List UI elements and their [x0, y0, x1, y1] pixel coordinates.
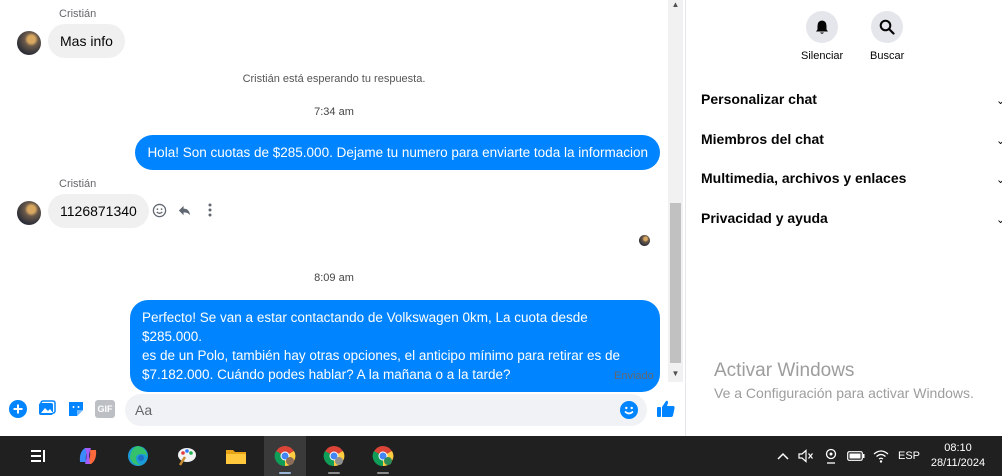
- read-receipt-avatar: [639, 235, 650, 246]
- contact-avatar[interactable]: [17, 201, 41, 225]
- message-input[interactable]: [135, 399, 605, 421]
- clock-time: 08:10: [944, 442, 972, 454]
- section-chat-members[interactable]: Miembros del chat: [701, 131, 824, 147]
- message-input-box[interactable]: [125, 394, 647, 426]
- chevron-down-icon[interactable]: ⌄: [996, 213, 1002, 226]
- message-line: es de un Polo, también hay otras opcione…: [142, 348, 621, 363]
- scrollbar-thumb[interactable]: [670, 203, 681, 363]
- message-timestamp: 7:34 am: [314, 106, 354, 118]
- sender-name: Cristián: [59, 8, 97, 20]
- chrome-profile-icon[interactable]: [313, 436, 355, 476]
- message-timestamp: 8:09 am: [314, 272, 354, 284]
- volume-muted-icon[interactable]: [797, 436, 815, 476]
- scroll-up-arrow[interactable]: ▲: [669, 0, 682, 10]
- chrome-profile-icon[interactable]: [362, 436, 404, 476]
- message-line: $7.182.000. Cuándo podes hablar? A la ma…: [142, 367, 511, 382]
- mute-button[interactable]: Silenciar: [801, 11, 843, 62]
- chevron-down-icon[interactable]: ⌄: [996, 94, 1002, 107]
- wifi-icon[interactable]: [871, 436, 891, 476]
- show-hidden-icons-icon[interactable]: [774, 436, 792, 476]
- outgoing-message[interactable]: Hola! Son cuotas de $285.000. Dejame tu …: [135, 135, 660, 170]
- file-explorer-icon[interactable]: [215, 436, 257, 476]
- scroll-down-arrow[interactable]: ▼: [669, 369, 682, 379]
- contact-avatar[interactable]: [17, 31, 41, 55]
- like-icon[interactable]: [656, 399, 676, 419]
- waiting-reply-note: Cristián está esperando tu respuesta.: [242, 73, 426, 85]
- section-customize-chat[interactable]: Personalizar chat: [701, 91, 817, 107]
- add-icon[interactable]: [9, 400, 27, 418]
- activate-windows-subtitle: Ve a Configuración para activar Windows.: [714, 385, 974, 401]
- sent-status: Enviado: [614, 370, 654, 382]
- sender-name: Cristián: [59, 178, 97, 190]
- emoji-icon[interactable]: [620, 401, 638, 419]
- sticker-icon[interactable]: [67, 400, 85, 418]
- clock-date: 28/11/2024: [930, 457, 986, 469]
- activate-windows-title: Activar Windows: [714, 360, 855, 381]
- edge-icon[interactable]: [117, 436, 159, 476]
- pane-divider: [685, 0, 686, 436]
- paint-icon[interactable]: [166, 436, 208, 476]
- search-label: Buscar: [870, 50, 905, 62]
- taskbar: ESP 08:10 28/11/2024: [0, 436, 1002, 476]
- mute-label: Silenciar: [801, 50, 844, 62]
- more-options-icon[interactable]: [201, 201, 219, 219]
- chrome-icon[interactable]: [264, 436, 306, 476]
- task-view-icon[interactable]: [17, 436, 59, 476]
- incoming-message[interactable]: Mas info: [48, 24, 125, 58]
- photo-icon[interactable]: [38, 400, 56, 418]
- copilot-icon[interactable]: [67, 436, 109, 476]
- section-privacy-support[interactable]: Privacidad y ayuda: [701, 210, 828, 226]
- webcam-icon[interactable]: [822, 436, 840, 476]
- outgoing-message[interactable]: Perfecto! Se van a estar contactando de …: [130, 300, 660, 392]
- chevron-down-icon[interactable]: ⌄: [996, 173, 1002, 186]
- message-composer: GIF: [0, 392, 686, 436]
- clock[interactable]: 08:10 28/11/2024: [920, 441, 996, 471]
- language-indicator[interactable]: ESP: [896, 436, 922, 476]
- battery-icon[interactable]: [846, 436, 866, 476]
- react-icon[interactable]: [150, 201, 168, 219]
- chat-pane: Cristián Mas info Cristián está esperand…: [0, 0, 668, 392]
- incoming-message[interactable]: 1126871340: [48, 194, 149, 228]
- search-icon: [871, 11, 904, 43]
- chevron-down-icon[interactable]: ⌄: [996, 134, 1002, 147]
- gif-button[interactable]: GIF: [95, 400, 115, 418]
- message-line: Perfecto! Se van a estar contactando de …: [142, 310, 588, 344]
- reply-icon[interactable]: [175, 201, 193, 219]
- search-button[interactable]: Buscar: [870, 11, 904, 62]
- bell-icon: [806, 11, 839, 43]
- section-media-files-links[interactable]: Multimedia, archivos y enlaces: [701, 170, 906, 186]
